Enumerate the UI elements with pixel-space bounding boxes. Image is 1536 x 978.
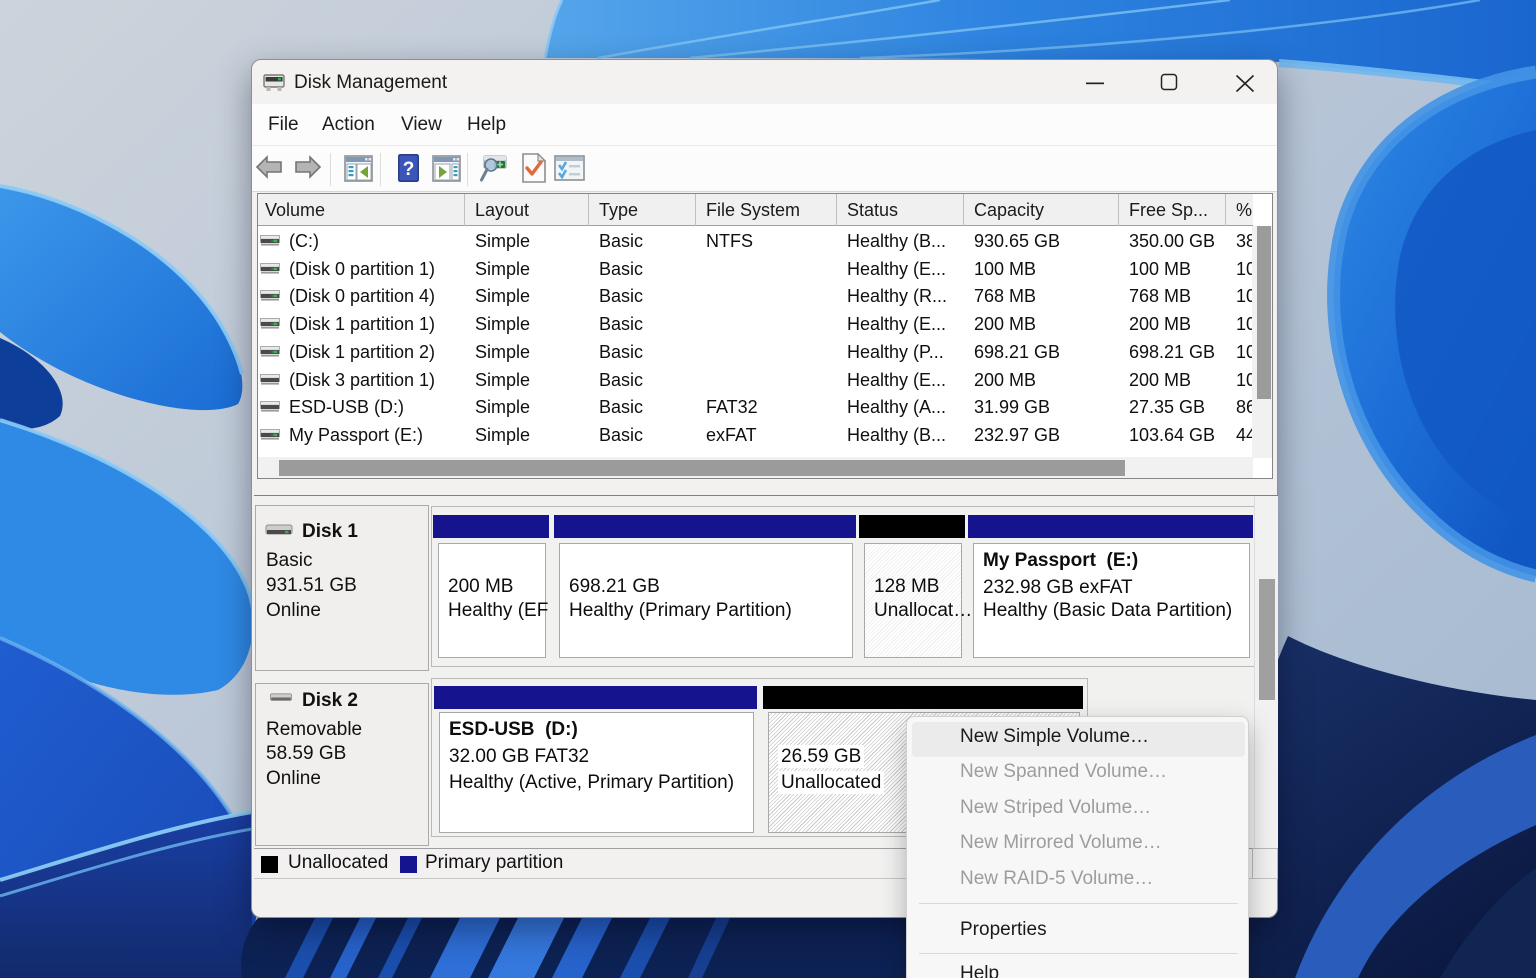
svg-text:?: ? xyxy=(403,159,415,180)
